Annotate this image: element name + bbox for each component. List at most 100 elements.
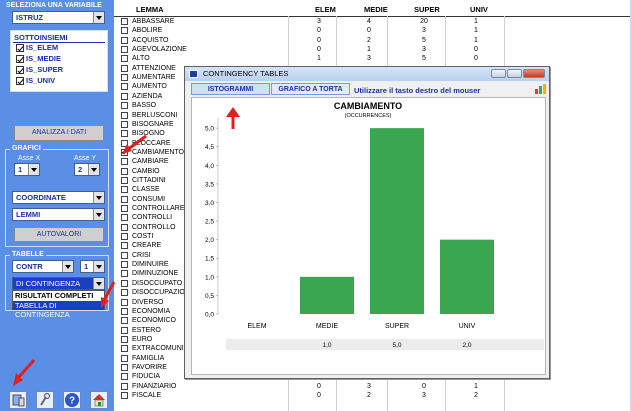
row-checkbox[interactable] [121,18,128,25]
axis-x-label: Asse X [18,155,41,162]
subsets-label: SOTTOINSIEMI [14,33,68,42]
tools-icon[interactable] [36,391,54,409]
tab-grafico-torta[interactable]: GRAFICO A TORTA [271,83,350,95]
row-checkbox[interactable] [121,335,128,343]
variable-select[interactable]: ISTRUZ [12,11,105,24]
row-checkbox[interactable] [121,279,128,287]
maximize-icon[interactable] [507,69,522,78]
row-checkbox[interactable] [121,111,128,119]
y-tick-label: 4,0 [205,163,214,170]
analyze-button[interactable]: ANALIZZA I DATI [14,125,104,141]
y-tick-label: 1,0 [205,274,214,281]
row-checkbox[interactable] [121,55,128,63]
row-checkbox[interactable] [121,120,128,128]
chevron-down-icon[interactable] [93,192,104,203]
count-cell: 3 [422,27,426,35]
export-icon[interactable] [9,391,27,409]
row-checkbox[interactable] [121,158,128,166]
minimize-icon[interactable] [491,69,506,78]
contr-select[interactable]: CONTR [12,260,74,273]
checkbox-icon[interactable] [16,66,24,75]
row-checkbox[interactable] [121,298,128,306]
table-row[interactable]: AGEVOLAZIONE 0 1 3 0 [114,45,630,54]
axis-y-select[interactable]: 2 [74,163,100,176]
row-checkbox[interactable] [121,242,128,250]
row-checkbox[interactable] [121,307,128,315]
row-checkbox[interactable] [121,74,128,82]
row-checkbox[interactable] [121,373,128,381]
autovalori-button[interactable]: AUTOVALORI [14,227,104,242]
subset-checkbox-is-univ[interactable]: IS_UNIV [16,76,56,86]
checkbox-icon[interactable] [16,55,24,64]
row-checkbox[interactable] [121,83,128,91]
count-cell: 5 [422,36,426,44]
lemma-cell: ABOLIRE [132,27,163,35]
checkbox-icon[interactable] [16,44,24,53]
row-checkbox[interactable] [121,363,128,371]
dropdown-option[interactable]: TABELLA DI CONTINGENZA [13,301,104,319]
row-checkbox[interactable] [121,92,128,100]
bar-chart[interactable]: CAMBIAMENTO (OCCURRENCES) 0,0 0,5 1,0 1,5 2,0 2… [191,97,546,375]
row-checkbox[interactable] [121,214,128,222]
x-tick-label: MEDIE [316,323,339,330]
axis-x-select[interactable]: 1 [14,163,40,176]
chevron-down-icon[interactable] [93,12,104,23]
dialog-titlebar[interactable]: CONTINGENCY TABLES [185,67,549,81]
subset-checkbox-is-super[interactable]: IS_SUPER [16,65,63,75]
row-checkbox[interactable] [121,270,128,278]
dropdown-option[interactable]: RISULTATI COMPLETI [13,291,104,301]
y-tick-label: 0,0 [205,312,214,319]
table-row[interactable]: ACQUISTO 0 2 5 1 [114,36,630,45]
row-checkbox[interactable] [121,326,128,334]
subset-checkbox-is-medie[interactable]: IS_MEDIE [16,54,61,64]
contr-num-select[interactable]: 1 [80,260,105,273]
chevron-down-icon[interactable] [93,209,104,220]
tab-istogrammi[interactable]: ISTOGRAMMI [191,83,270,95]
tables-select[interactable]: DI CONTINGENZA [12,277,105,290]
bar-medie [300,276,354,314]
row-checkbox[interactable] [121,46,128,54]
row-checkbox[interactable] [121,382,128,390]
chevron-down-icon[interactable] [88,164,99,175]
row-checkbox[interactable] [121,27,128,35]
row-checkbox[interactable] [121,317,128,325]
row-checkbox[interactable] [121,354,128,362]
col-header-univ: UNIV [470,5,488,14]
contr-num-value: 1 [84,262,89,271]
row-checkbox[interactable] [121,102,128,110]
y-tick-label: 2,0 [205,237,214,244]
table-row[interactable]: ALTO 1 3 5 0 [114,54,630,63]
subset-label: IS_UNIV [26,76,56,85]
count-cell: 3 [367,382,371,390]
row-checkbox[interactable] [121,205,128,212]
subset-checkbox-is-elem[interactable]: IS_ELEM [16,43,58,53]
table-row[interactable]: FISCALE 0 2 3 2 [114,391,630,400]
lemmi-select[interactable]: LEMMI [12,208,105,221]
row-checkbox[interactable] [121,233,128,241]
row-checkbox[interactable] [121,261,128,269]
row-checkbox[interactable] [121,36,128,44]
row-checkbox[interactable] [121,289,128,297]
row-checkbox[interactable] [121,167,128,175]
axis-y-value: 2 [78,165,83,174]
row-checkbox[interactable] [121,392,128,399]
row-checkbox[interactable] [121,223,128,231]
chevron-down-icon[interactable] [62,261,73,272]
table-row[interactable]: FINANZIARIO 0 3 0 1 [114,382,630,391]
help-icon[interactable]: ? [63,391,81,409]
row-checkbox[interactable] [121,64,128,72]
row-checkbox[interactable] [121,195,128,203]
chevron-down-icon[interactable] [93,261,104,272]
row-checkbox[interactable] [121,186,128,194]
row-checkbox[interactable] [121,251,128,259]
row-checkbox[interactable] [121,176,128,184]
table-row[interactable]: ABOLIRE 0 0 3 1 [114,26,630,35]
close-icon[interactable] [523,69,545,78]
coord-select[interactable]: COORDINATE [12,191,105,204]
table-row[interactable]: ABBASSARE 3 4 20 1 [114,17,630,26]
chevron-down-icon[interactable] [28,164,39,175]
chart-settings-icon[interactable] [534,83,547,95]
checkbox-icon[interactable] [16,77,24,86]
row-checkbox[interactable] [121,345,128,353]
home-icon[interactable] [90,391,108,409]
